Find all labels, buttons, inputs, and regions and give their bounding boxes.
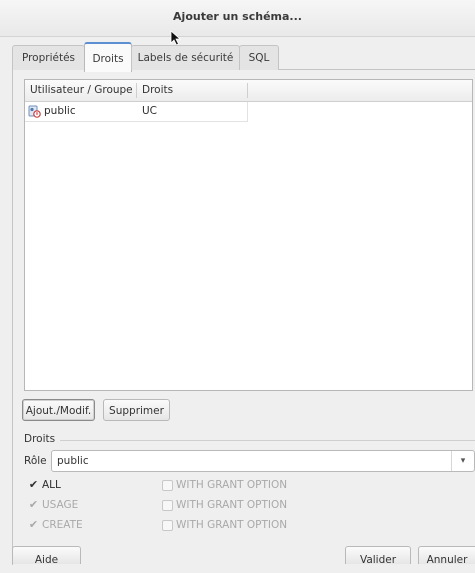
row-user: public [44,105,76,117]
checkbox-create[interactable]: ✔ CREATE [28,517,83,533]
column-header-rights[interactable]: Droits [137,80,242,101]
tab-label: Droits [92,53,124,65]
checkbox-label: WITH GRANT OPTION [176,479,288,491]
tab-label: Propriétés [21,52,76,64]
list-item[interactable]: public UC [25,102,248,122]
dialog-title: Ajouter un schéma... [173,10,302,23]
checkbox-all-grant-option[interactable]: WITH GRANT OPTION [162,477,287,493]
checkbox-label: CREATE [42,519,83,531]
checkbox-label: USAGE [42,499,79,511]
role-label: Rôle [24,455,47,467]
group-divider [60,440,475,441]
checkmark-icon: ✔ [28,498,39,511]
list-header: Utilisateur / Groupe Droits [25,80,472,102]
chevron-down-icon[interactable]: ▾ [451,451,474,471]
column-separator [247,83,248,98]
tab-label: SQL [248,52,270,64]
checkmark-icon: ✔ [28,518,39,531]
column-header-user-group[interactable]: Utilisateur / Groupe [25,80,136,101]
tab-sql[interactable]: SQL [239,45,279,70]
ok-button[interactable]: Valider [345,546,411,566]
dialog-titlebar: Ajouter un schéma... [0,0,475,37]
mouse-cursor-icon [170,30,182,46]
cancel-button[interactable]: Annuler [418,546,475,566]
checkbox-empty-icon [162,519,173,531]
tab-properties[interactable]: Propriétés [12,45,85,70]
role-value: public [57,455,89,467]
add-modify-button[interactable]: Ajout./Modif. [22,399,95,421]
checkmark-icon: ✔ [28,478,39,491]
privileges-list[interactable]: Utilisateur / Groupe Droits public UC [24,79,473,391]
checkbox-label: ALL [42,479,61,491]
checkbox-usage-grant-option[interactable]: WITH GRANT OPTION [162,497,287,513]
checkbox-empty-icon [162,499,173,511]
checkbox-all[interactable]: ✔ ALL [28,477,61,493]
checkbox-label: WITH GRANT OPTION [176,499,288,511]
delete-button[interactable]: Supprimer [103,399,170,421]
help-button[interactable]: Aide [12,546,81,566]
checkbox-usage[interactable]: ✔ USAGE [28,497,78,513]
group-icon [28,105,41,118]
tab-privileges[interactable]: Droits [84,42,132,72]
tab-label: Labels de sécurité [137,52,234,64]
checkbox-label: WITH GRANT OPTION [176,519,288,531]
checkbox-create-grant-option[interactable]: WITH GRANT OPTION [162,517,287,533]
tab-security-labels[interactable]: Labels de sécurité [131,45,240,70]
checkbox-empty-icon [162,479,173,491]
role-combobox[interactable]: public ▾ [51,450,475,472]
row-rights: UC [142,105,158,117]
privileges-group-label: Droits [24,433,56,445]
